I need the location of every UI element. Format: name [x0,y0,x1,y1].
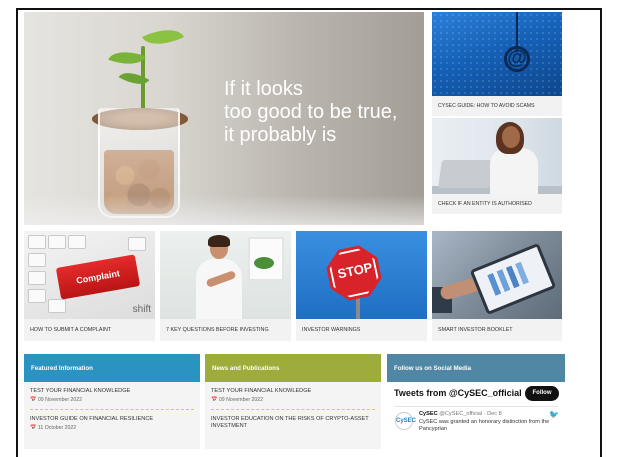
side-card-label[interactable]: CYSEC GUIDE: HOW TO AVOID SCAMS [432,96,562,116]
digital-grid [432,12,562,96]
panel-header: News and Publications [205,354,381,382]
calendar-icon: 📅 [30,425,37,431]
complaint-keyboard-image: Complaint shift [24,231,155,319]
tweet-handle[interactable]: @CySEC_official · Dec 8 [439,411,501,417]
keyboard-key [28,235,46,249]
hero-slogan-line: too good to be true, [224,101,398,123]
keyboard-key [68,235,86,249]
list-item-date: 📅 11 October 2022 [30,425,194,431]
keyboard-key [28,271,46,285]
list-item[interactable]: TEST YOUR FINANCIAL KNOWLEDGE 📅 09 Novem… [24,382,200,403]
plant [254,257,274,269]
tablet-chart-image [432,231,562,319]
tile-smart-investor-booklet[interactable]: SMART INVESTOR BOOKLET [432,231,562,341]
tweet-author[interactable]: CySEC [419,411,438,417]
hero-slogan-line: it probably is [224,124,337,146]
keyboard-key [48,235,66,249]
list-item-title[interactable]: INVESTOR EDUCATION ON THE RISKS OF CRYPT… [211,416,375,430]
tile-submit-complaint[interactable]: Complaint shift HOW TO SUBMIT A COMPLAIN… [24,231,155,341]
person-body [490,148,538,194]
list-item-date: 📅 09 November 2022 [211,397,375,403]
list-item-date: 📅 09 November 2022 [30,397,194,403]
keyboard-key [128,237,146,251]
person-head [502,126,520,148]
panel-social-media: Follow us on Social Media Tweets from @C… [387,354,565,449]
shift-key-label: shift [132,304,151,315]
panel-news-publications: News and Publications TEST YOUR FINANCIA… [205,354,381,449]
panel-featured-information: Featured Information TEST YOUR FINANCIAL… [24,354,200,449]
tile-label[interactable]: INVESTOR WARNINGS [302,327,360,333]
side-card-entity-authorised[interactable]: CHECK IF AN ENTITY IS AUTHORISED [432,118,562,214]
quick-links-row: Complaint shift HOW TO SUBMIT A COMPLAIN… [24,231,562,341]
twitter-timeline[interactable]: Tweets from @CySEC_official Follow CySEC… [387,382,565,449]
avatar[interactable]: CySEC [395,412,416,430]
list-item[interactable]: INVESTOR GUIDE ON FINANCIAL RESILIENCE 📅… [24,410,200,431]
keyboard-key [48,299,66,313]
list-item-title[interactable]: TEST YOUR FINANCIAL KNOWLEDGE [211,388,375,395]
tile-key-questions[interactable]: 7 KEY QUESTIONS BEFORE INVESTING [160,231,291,341]
follow-button[interactable]: Follow [525,386,559,401]
plant-leaf [141,20,185,54]
list-item-title[interactable]: INVESTOR GUIDE ON FINANCIAL RESILIENCE [30,416,194,423]
side-card-avoid-scams[interactable]: @ CYSEC GUIDE: HOW TO AVOID SCAMS [432,12,562,116]
tile-label[interactable]: SMART INVESTOR BOOKLET [438,327,513,333]
twitter-bird-icon[interactable]: 🐦 [549,410,559,419]
tile-investor-warnings[interactable]: STOP INVESTOR WARNINGS [296,231,427,341]
keyboard-key [28,289,46,303]
complaint-key: Complaint [55,254,141,300]
laptop [438,160,494,188]
at-sign-icon: @ [507,47,527,69]
tile-label[interactable]: 7 KEY QUESTIONS BEFORE INVESTING [166,327,269,333]
calendar-icon: 📅 [30,397,37,403]
tweet-meta: CySEC @CySEC_official · Dec 8 [419,411,502,417]
keyboard-key [28,253,46,267]
date-text: 09 November 2022 [218,397,264,403]
thinking-man-image [160,231,291,319]
list-item[interactable]: INVESTOR EDUCATION ON THE RISKS OF CRYPT… [205,410,381,430]
divider [394,406,558,407]
side-card-label[interactable]: CHECK IF AN ENTITY IS AUTHORISED [432,194,562,214]
calendar-icon: 📅 [211,397,218,403]
list-item[interactable]: TEST YOUR FINANCIAL KNOWLEDGE 📅 09 Novem… [205,382,381,403]
woman-laptop-image [432,118,562,194]
date-text: 09 November 2022 [37,397,83,403]
hero-banner[interactable]: If it looks too good to be true, it prob… [24,12,424,225]
scam-hook-image: @ [432,12,562,96]
twitter-timeline-title[interactable]: Tweets from @CySEC_official [394,388,522,398]
date-text: 11 October 2022 [37,425,77,431]
panel-header: Follow us on Social Media [387,354,565,382]
hero-fade [24,195,424,225]
tweet-text: CySEC was granted an honorary distinctio… [419,419,550,432]
person-hair [208,235,230,247]
hero-slogan-line: If it looks [224,78,303,100]
person-shirt [196,259,242,319]
stop-sign-image: STOP [296,231,427,319]
list-item-title[interactable]: TEST YOUR FINANCIAL KNOWLEDGE [30,388,194,395]
panel-header: Featured Information [24,354,200,382]
hero-slogan: If it looks too good to be true, it prob… [224,78,397,147]
tile-label[interactable]: HOW TO SUBMIT A COMPLAINT [30,327,111,333]
